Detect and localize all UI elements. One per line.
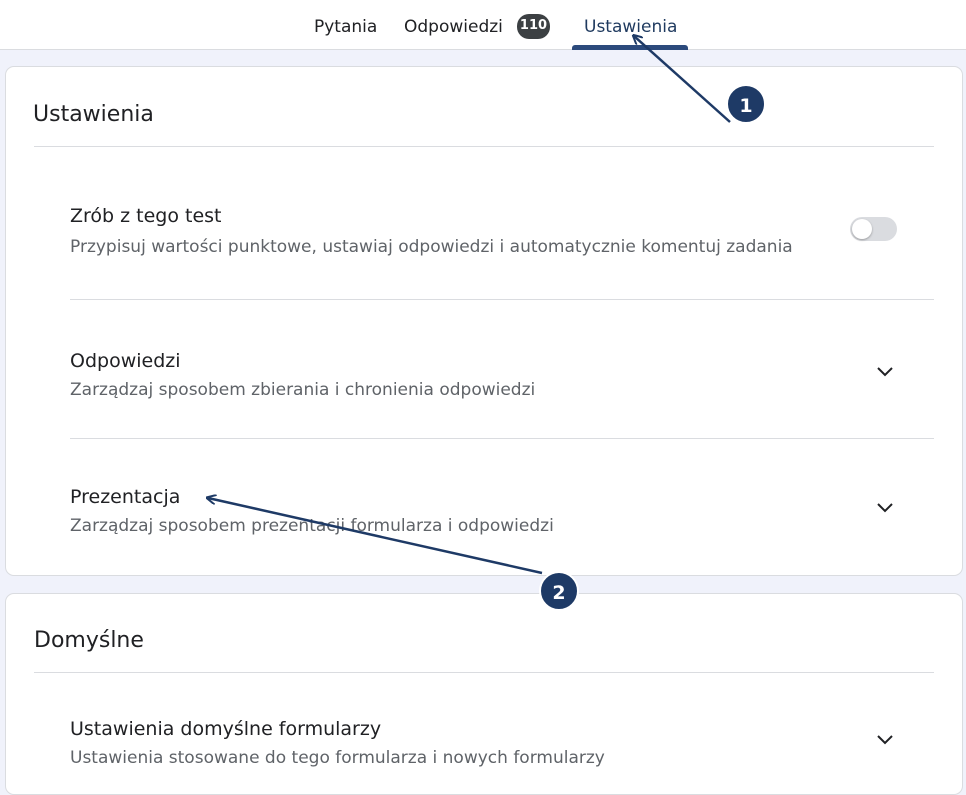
annotation-arrows xyxy=(0,0,731,575)
callout-marker-1: 1 xyxy=(726,84,766,124)
callout-1-arrow xyxy=(634,36,731,123)
callout-marker-2: 2 xyxy=(539,571,579,611)
callout-2-arrow xyxy=(208,498,543,575)
